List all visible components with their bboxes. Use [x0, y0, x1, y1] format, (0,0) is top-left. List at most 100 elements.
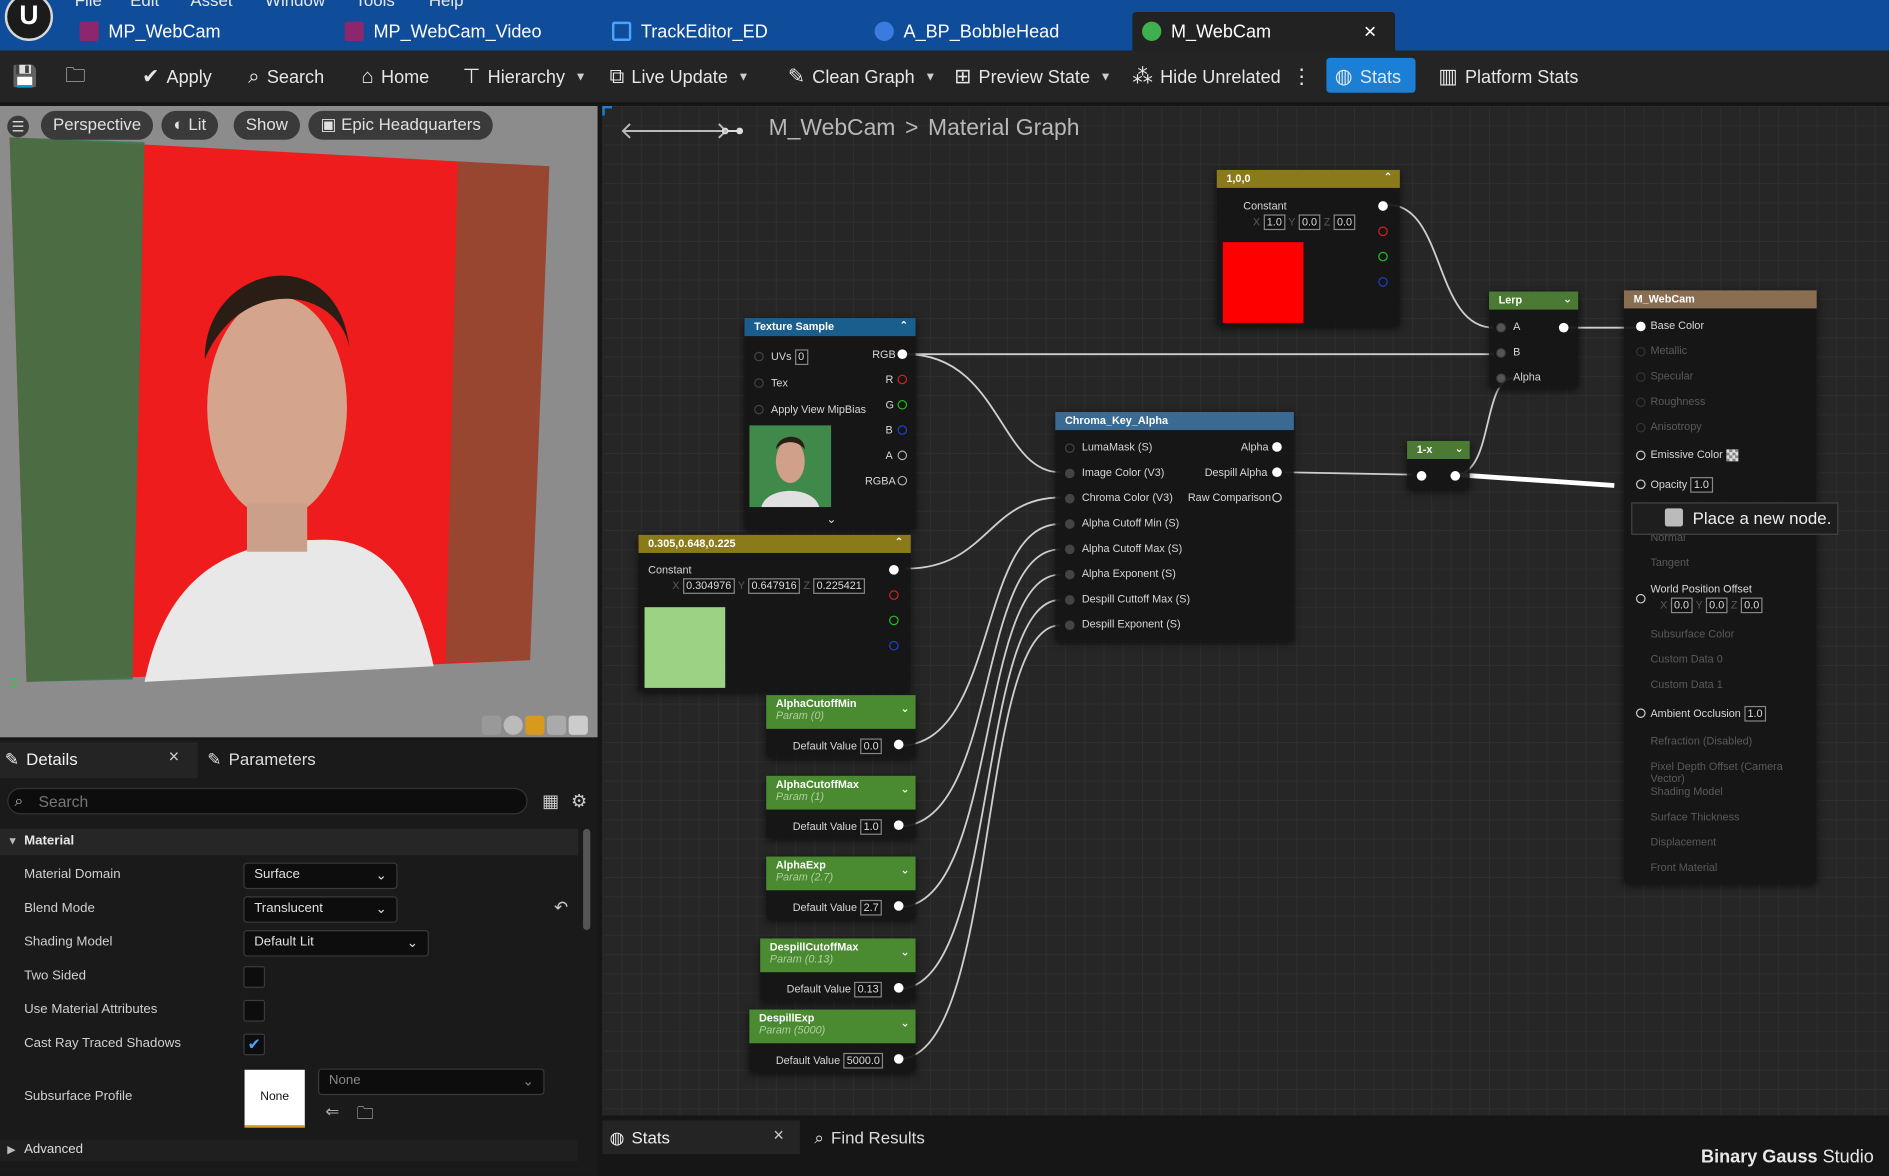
plane-icon[interactable]: [525, 715, 545, 735]
shading-model-dropdown[interactable]: Default Lit ⌄: [243, 930, 429, 957]
chevron-down-icon[interactable]: ⌄: [900, 864, 909, 877]
roughness-pin[interactable]: [1635, 397, 1646, 408]
menu-edit[interactable]: Edit: [130, 0, 159, 10]
x-value[interactable]: 0.304976: [682, 578, 735, 594]
show-button[interactable]: Show: [233, 110, 301, 140]
material-section-header[interactable]: [0, 828, 579, 856]
hierarchy-button[interactable]: ⊤ Hierarchy ▼: [463, 60, 587, 94]
live-update-button[interactable]: ⧉ Live Update ▼: [610, 60, 750, 94]
y-value[interactable]: 0.0: [1298, 214, 1321, 231]
output-pin-b[interactable]: [1378, 277, 1388, 287]
chevron-down-icon[interactable]: ⌄: [1455, 442, 1464, 455]
node-header[interactable]: Texture Sample ⌃: [744, 318, 916, 337]
hide-unrelated-button[interactable]: ⁂ Hide Unrelated: [1132, 60, 1280, 94]
close-details-icon[interactable]: ×: [169, 747, 180, 767]
tab-find-results[interactable]: ⌕ Find Results: [814, 1128, 924, 1148]
node-header[interactable]: AlphaCutoffMax Param (1) ⌄: [766, 775, 916, 810]
breadcrumb-asset[interactable]: M_WebCam: [769, 116, 896, 143]
b-output-pin[interactable]: [897, 425, 908, 435]
node-header[interactable]: AlphaExp Param (2.7) ⌄: [766, 856, 916, 891]
output-pin-r[interactable]: [1378, 226, 1388, 237]
node-header[interactable]: AlphaCutoffMin Param (0) ⌄: [766, 695, 916, 729]
details-scrollbar[interactable]: [583, 828, 591, 931]
output-pin-r[interactable]: [889, 590, 899, 600]
tab-parameters[interactable]: ✎ Parameters: [207, 749, 316, 769]
output-pin-g[interactable]: [889, 615, 899, 626]
param-alpha-cutoff-min[interactable]: AlphaCutoffMin Param (0) ⌄ Default Value 0…: [766, 695, 916, 758]
rgb-output-pin[interactable]: [897, 349, 908, 360]
breadcrumb-graph[interactable]: Material Graph: [928, 116, 1079, 143]
input-pin[interactable]: [1064, 519, 1075, 529]
node-header[interactable]: M_WebCam: [1623, 290, 1817, 309]
mip-pin[interactable]: [754, 404, 764, 415]
input-pin[interactable]: [1064, 620, 1075, 631]
close-tab-icon[interactable]: ×: [1364, 19, 1377, 44]
param-despill-exp[interactable]: DespillExp Param (5000) ⌄ Default Value 50…: [749, 1009, 916, 1073]
input-pin[interactable]: [1064, 443, 1075, 453]
lerp-node[interactable]: Lerp ⌄ A B Alpha: [1489, 291, 1579, 388]
alpha-input-pin[interactable]: [1496, 373, 1506, 384]
lerp-output-pin[interactable]: [1558, 322, 1569, 333]
table-view-icon[interactable]: ▦: [542, 790, 559, 811]
node-header[interactable]: DespillCutoffMax Param (0.13) ⌄: [760, 938, 916, 973]
clean-graph-button[interactable]: ✎ Clean Graph ▼: [788, 60, 936, 94]
browse-icon[interactable]: 🗀: [65, 60, 85, 94]
emissive-pin[interactable]: [1635, 450, 1646, 461]
collapse-icon[interactable]: ⌃: [894, 536, 903, 549]
constant-red-node[interactable]: 1,0,0 ⌃ Constant X 1.0 Y 0.0 Z 0.0: [1216, 169, 1400, 327]
search-button[interactable]: ⌕ Search: [248, 60, 324, 94]
wpo-pin[interactable]: [1635, 593, 1646, 604]
home-button[interactable]: ⌂ Home: [361, 60, 429, 94]
a-output-pin[interactable]: [897, 450, 908, 461]
menu-file[interactable]: File: [75, 0, 102, 10]
tab-bobblehead[interactable]: A_BP_BobbleHead: [874, 12, 1059, 51]
input-pin[interactable]: [1064, 595, 1075, 605]
specular-pin[interactable]: [1635, 372, 1646, 382]
alpha-output-pin[interactable]: [1272, 442, 1282, 452]
collapse-icon[interactable]: ⌃: [1384, 171, 1393, 184]
menu-tools[interactable]: Tools: [355, 0, 394, 10]
constant-green-node[interactable]: 0.305,0.648,0.225 ⌃ Constant X 0.304976 Y…: [638, 534, 911, 692]
param-alpha-exp[interactable]: AlphaExp Param (2.7) ⌄ Default Value 2.7: [766, 856, 916, 920]
opacity-pin[interactable]: [1635, 479, 1646, 490]
use-selected-icon[interactable]: ⇐: [325, 1101, 339, 1121]
tab-mp-webcam-video[interactable]: MP_WebCam_Video: [344, 12, 542, 51]
a-input-pin[interactable]: [1496, 322, 1506, 333]
stats-button[interactable]: ◍ Stats: [1335, 60, 1401, 94]
menu-asset[interactable]: Asset: [190, 0, 232, 10]
node-header[interactable]: Chroma_Key_Alpha: [1055, 412, 1294, 431]
output-pin-g[interactable]: [1378, 251, 1388, 262]
output-pin-white[interactable]: [889, 565, 899, 575]
node-header[interactable]: 1,0,0 ⌃: [1216, 169, 1400, 188]
output-pin[interactable]: [893, 983, 904, 993]
node-header[interactable]: 1-x ⌄: [1407, 440, 1470, 459]
chevron-down-icon[interactable]: ⌄: [1563, 293, 1572, 306]
node-header[interactable]: Lerp ⌄: [1489, 291, 1579, 310]
input-pin[interactable]: [1064, 544, 1075, 555]
input-pin[interactable]: [1064, 569, 1075, 580]
output-pin[interactable]: [893, 901, 904, 911]
perspective-button[interactable]: Perspective: [40, 110, 154, 140]
two-sided-checkbox[interactable]: [243, 966, 266, 988]
material-result-node[interactable]: M_WebCam Base Color Metallic Specular Ro…: [1623, 290, 1817, 884]
viewport-menu-icon[interactable]: ☰: [7, 115, 29, 138]
b-input-pin[interactable]: [1496, 348, 1506, 358]
output-pin-b[interactable]: [889, 640, 899, 651]
sphere-icon[interactable]: [503, 715, 523, 735]
output-pin[interactable]: [1450, 471, 1461, 481]
tab-m-webcam[interactable]: M_WebCam: [1142, 12, 1271, 51]
more-options-icon[interactable]: ⋮: [1291, 60, 1311, 94]
chevron-down-icon[interactable]: ⌄: [900, 702, 909, 715]
node-header[interactable]: 0.305,0.648,0.225 ⌃: [638, 534, 911, 553]
use-material-attributes-checkbox[interactable]: [243, 999, 266, 1022]
g-output-pin[interactable]: [897, 399, 908, 410]
tab-stats[interactable]: ◍ Stats: [610, 1128, 670, 1148]
despill-alpha-output-pin[interactable]: [1272, 467, 1282, 478]
base-color-pin[interactable]: [1635, 321, 1646, 332]
preview-mesh-selector[interactable]: [481, 715, 588, 735]
checker-swatch-icon[interactable]: [1725, 448, 1738, 461]
uvs-pin[interactable]: [754, 351, 764, 362]
cube-icon[interactable]: [546, 715, 567, 735]
custom-mesh-icon[interactable]: [568, 715, 588, 735]
chevron-down-icon[interactable]: ⌄: [900, 783, 909, 796]
